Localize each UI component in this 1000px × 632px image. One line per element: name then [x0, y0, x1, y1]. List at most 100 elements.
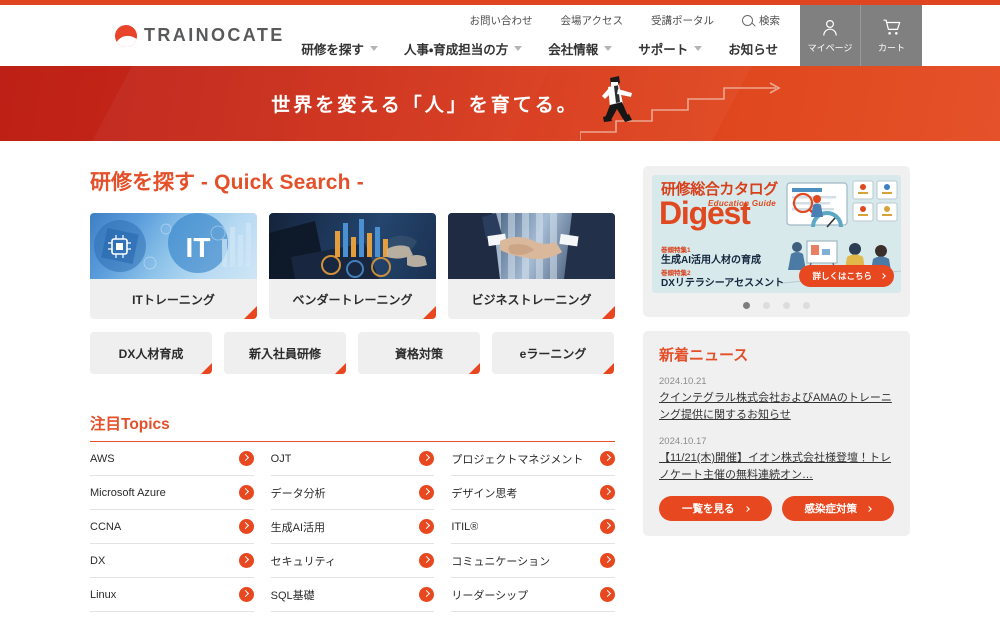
carousel-dot-2[interactable] — [763, 302, 770, 309]
chevron-right-icon — [239, 519, 254, 534]
feature-1-text: 生成AI活用人材の育成 — [661, 255, 761, 267]
feature-2-text: DXリテラシーアセスメント — [661, 278, 784, 290]
topic-item-design-thinking[interactable]: デザイン思考 — [451, 476, 615, 510]
topic-item-ojt[interactable]: OJT — [271, 442, 435, 476]
card-label: ITトレーニング — [90, 279, 257, 319]
topic-item-leadership[interactable]: リーダーシップ — [451, 578, 615, 612]
quick-button-dx-talent[interactable]: DX人材育成 — [90, 332, 212, 374]
topic-item-security[interactable]: セキュリティ — [271, 544, 435, 578]
digest-catalog-banner[interactable]: 研修総合カタログ Education Guide Digest 巻頭特集1 生成… — [652, 175, 901, 293]
carousel-dots — [652, 293, 901, 311]
business-handshake-image — [448, 213, 615, 279]
feature-2-tag: 巻頭特集2 — [661, 270, 784, 278]
nav-item-news[interactable]: お知らせ — [728, 39, 778, 58]
svg-text:IT: IT — [186, 232, 211, 263]
chevron-right-icon — [419, 553, 434, 568]
topic-item-dx[interactable]: DX — [90, 544, 254, 578]
quick-button-elearning[interactable]: eラーニング — [492, 332, 614, 374]
view-all-news-button[interactable]: 一覧を見る — [659, 496, 772, 521]
topic-item-microsoft-azure[interactable]: Microsoft Azure — [90, 476, 254, 510]
nav-label: サポート — [638, 39, 688, 58]
news-date: 2024.10.21 — [659, 376, 894, 387]
topic-label: ITIL® — [451, 521, 478, 533]
chevron-right-icon — [239, 451, 254, 466]
nav-item-find-training[interactable]: 研修を探す — [301, 39, 378, 58]
topic-label: SQL基礎 — [271, 587, 315, 603]
view-all-label: 一覧を見る — [682, 501, 735, 516]
chevron-right-icon — [419, 587, 434, 602]
search-link[interactable]: 検索 — [742, 13, 780, 28]
quick-search-card-row: IT — [90, 213, 615, 319]
nav-label: お知らせ — [728, 39, 778, 58]
topic-item-project-management[interactable]: プロジェクトマネジメント — [451, 442, 615, 476]
header-left-spacer — [0, 5, 115, 66]
news-item: 2024.10.21 クインテグラル株式会社およびAMAのトレーニング提供に関す… — [659, 376, 894, 424]
chevron-right-icon — [600, 485, 615, 500]
topic-label: CCNA — [90, 521, 121, 533]
page-title-ja: 研修を探す — [90, 171, 195, 194]
topic-item-generative-ai[interactable]: 生成AI活用 — [271, 510, 435, 544]
person-climbing-stairs-icon — [580, 66, 810, 141]
main-nav: 研修を探す 人事・育成担当の方 会社情報 サポート お知らせ — [293, 34, 800, 64]
header-nav-block: お問い合わせ 会場アクセス 受講ポータル 検索 研修を探す 人事・育成担当の方 … — [285, 5, 800, 66]
corner-accent — [201, 363, 212, 374]
cart-label: カート — [878, 41, 905, 54]
corner-accent — [469, 363, 480, 374]
logo-text: TRAINOCATE — [144, 25, 285, 46]
topic-item-itil[interactable]: ITIL® — [451, 510, 615, 544]
infection-measures-button[interactable]: 感染症対策 — [782, 496, 895, 521]
quick-button-new-employee[interactable]: 新入社員研修 — [224, 332, 346, 374]
topics-title: 注目Topics — [90, 412, 615, 442]
quick-button-certification[interactable]: 資格対策 — [358, 332, 480, 374]
quick-search-card-it-training[interactable]: IT — [90, 213, 257, 319]
topic-item-communication[interactable]: コミュニケーション — [451, 544, 615, 578]
topic-item-sql-basics[interactable]: SQL基礎 — [271, 578, 435, 612]
news-headline-link[interactable]: クインテグラル株式会社およびAMAのトレーニング提供に関するお知らせ — [659, 390, 894, 424]
utility-link-portal[interactable]: 受講ポータル — [651, 13, 714, 28]
mypage-button[interactable]: マイページ — [800, 5, 861, 66]
chevron-right-icon — [600, 587, 615, 602]
catalog-feature-2: 巻頭特集2 DXリテラシーアセスメント — [661, 270, 784, 290]
carousel-dot-3[interactable] — [783, 302, 790, 309]
topic-label: コミュニケーション — [451, 553, 550, 569]
hero-banner: 世界を変える「人」を育てる。 — [0, 66, 1000, 141]
infection-measures-label: 感染症対策 — [805, 501, 858, 516]
carousel-dot-1[interactable] — [743, 302, 750, 309]
laptop-analytics-image — [269, 213, 436, 279]
topic-item-ccna[interactable]: CCNA — [90, 510, 254, 544]
news-date: 2024.10.17 — [659, 436, 894, 447]
utility-link-contact[interactable]: お問い合わせ — [470, 13, 533, 28]
button-label: 資格対策 — [395, 345, 443, 362]
utility-nav: お問い合わせ 会場アクセス 受講ポータル 検索 — [293, 8, 800, 34]
site-logo[interactable]: TRAINOCATE — [115, 25, 285, 47]
nav-label: 人事・育成担当の方 — [404, 39, 508, 58]
nav-item-company-info[interactable]: 会社情報 — [548, 39, 612, 58]
topic-label: 生成AI活用 — [271, 519, 325, 535]
topic-label: セキュリティ — [271, 553, 336, 569]
cart-button[interactable]: カート — [861, 5, 922, 66]
chevron-down-icon — [604, 46, 612, 51]
quick-search-card-business-training[interactable]: ビジネストレーニング — [448, 213, 615, 319]
topic-label: デザイン思考 — [451, 485, 517, 501]
chevron-right-icon — [419, 485, 434, 500]
nav-item-hr-managers[interactable]: 人事・育成担当の方 — [404, 39, 522, 58]
carousel-dot-4[interactable] — [803, 302, 810, 309]
topic-item-data-analysis[interactable]: データ分析 — [271, 476, 435, 510]
utility-link-venue-access[interactable]: 会場アクセス — [561, 13, 623, 28]
topics-column-3: プロジェクトマネジメント デザイン思考 ITIL® コミュニケーション — [451, 442, 615, 612]
quick-search-card-vendor-training[interactable]: ベンダートレーニング — [269, 213, 436, 319]
quick-search-button-row: DX人材育成 新入社員研修 資格対策 eラーニング — [90, 332, 615, 374]
chevron-right-icon — [239, 587, 254, 602]
button-label: eラーニング — [520, 345, 587, 362]
topic-label: Linux — [90, 589, 116, 601]
topic-label: AWS — [90, 453, 115, 465]
nav-item-support[interactable]: サポート — [638, 39, 702, 58]
news-headline-link[interactable]: 【11/21(木)開催】イオン株式会社様登壇！トレノケート主催の無料連続オン… — [659, 450, 894, 484]
site-header: TRAINOCATE お問い合わせ 会場アクセス 受講ポータル 検索 研修を探す… — [0, 5, 1000, 66]
catalog-cta-button[interactable]: 詳しくはこちら — [799, 265, 894, 287]
topic-item-aws[interactable]: AWS — [90, 442, 254, 476]
topic-item-linux[interactable]: Linux — [90, 578, 254, 612]
topic-label: データ分析 — [271, 485, 326, 501]
cart-icon — [882, 18, 902, 38]
header-right-spacer — [922, 5, 1000, 66]
